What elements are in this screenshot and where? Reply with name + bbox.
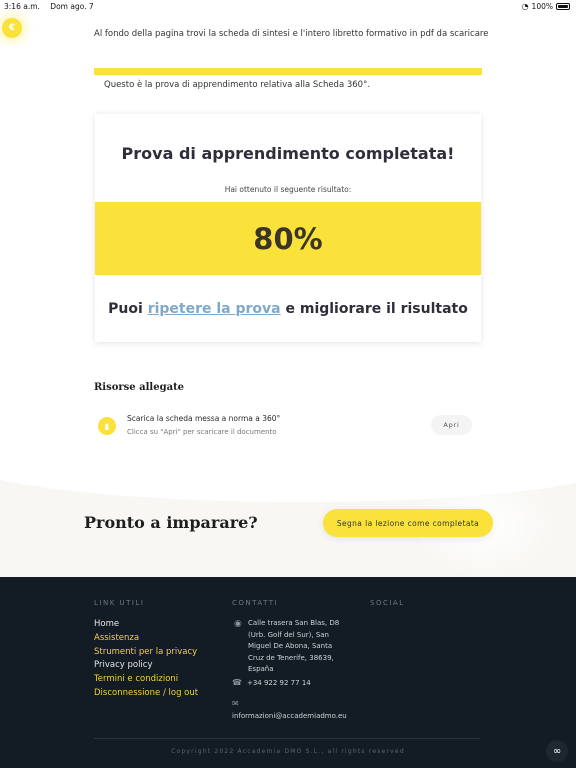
link-icon[interactable]: ∞ (546, 740, 568, 762)
retry-quiz-link[interactable]: ripetere la prova (148, 301, 281, 317)
resources-title: Risorse allegate (94, 382, 185, 393)
footer-link-home[interactable]: Home (94, 618, 198, 632)
resource-name: Scarica la scheda messa a norma a 360° (127, 414, 281, 423)
footer: LINK UTILI CONTATTI SOCIAL Home Assisten… (0, 577, 576, 768)
quiz-result-card: Prova di apprendimento completata! Hai o… (95, 114, 481, 342)
status-bar: 3:16 a.m. Dom ago. 7 ◔ 100% (0, 0, 576, 14)
email-address: informazioni@accademiadmo.eu (232, 712, 347, 720)
cta-title: Pronto a imparare? (84, 513, 258, 532)
footer-link-privacy-policy[interactable]: Privacy policy (94, 659, 198, 673)
map-pin-icon: ◉ (234, 619, 242, 629)
score-value: 80% (253, 221, 323, 256)
status-time: 3:16 a.m. (4, 2, 40, 11)
phone-icon: ☎ (232, 678, 242, 687)
copyright: Copyright 2022 Accademia DMO S.L., all r… (171, 748, 405, 755)
footer-link-logout[interactable]: Disconnessione / log out (94, 687, 198, 701)
cta-section: Pronto a imparare? Segna la lezione come… (0, 460, 576, 577)
retry-suffix: e migliorare il risultato (280, 301, 468, 317)
wifi-icon: ◔ (521, 2, 529, 11)
retry-line: Puoi ripetere la prova e migliorare il r… (95, 301, 481, 317)
email[interactable]: ✉ informazioni@accademiadmo.eu (232, 698, 347, 722)
address: ◉ Calle trasera San Blas, D8 (Urb. Golf … (232, 618, 347, 676)
phone[interactable]: ☎ +34 922 92 77 14 (232, 678, 311, 687)
links-title: LINK UTILI (94, 599, 145, 607)
quiz-intro-text: Questo è la prova di apprendimento relat… (104, 80, 371, 90)
resource-hint: Clicca su "Apri" per scaricare il docume… (127, 428, 277, 436)
address-text: Calle trasera San Blas, D8 (Urb. Golf de… (248, 619, 340, 673)
score-box: 80% (95, 202, 481, 275)
footer-divider (94, 738, 480, 739)
result-title: Prova di apprendimento completata! (121, 144, 455, 163)
accent-divider (94, 68, 482, 75)
result-subtitle: Hai ottenuto il seguente risultato: (224, 185, 352, 194)
mark-complete-button[interactable]: Segna la lezione come completata (323, 509, 493, 537)
footer-link-privacy-tools[interactable]: Strumenti per la privacy (94, 646, 198, 660)
contacts-title: CONTATTI (232, 599, 279, 607)
mail-icon: ✉ (232, 699, 239, 708)
footer-links: Home Assistenza Strumenti per la privacy… (94, 618, 198, 701)
footer-link-terms[interactable]: Termini e condizioni (94, 673, 198, 687)
retry-prefix: Puoi (108, 301, 148, 317)
resource-item: ▮ Scarica la scheda messa a norma a 360°… (98, 412, 474, 442)
coin-icon[interactable]: € (2, 18, 22, 38)
status-date: Dom ago. 7 (50, 2, 94, 11)
battery-percent: 100% (531, 2, 553, 11)
intro-text: Al fondo della pagina trovi la scheda di… (94, 29, 489, 39)
footer-link-assistenza[interactable]: Assistenza (94, 632, 198, 646)
document-icon: ▮ (98, 417, 116, 435)
phone-number: +34 922 92 77 14 (246, 679, 311, 687)
open-resource-button[interactable]: Apri (431, 415, 472, 435)
battery-icon (556, 3, 570, 10)
social-title: SOCIAL (370, 599, 405, 607)
